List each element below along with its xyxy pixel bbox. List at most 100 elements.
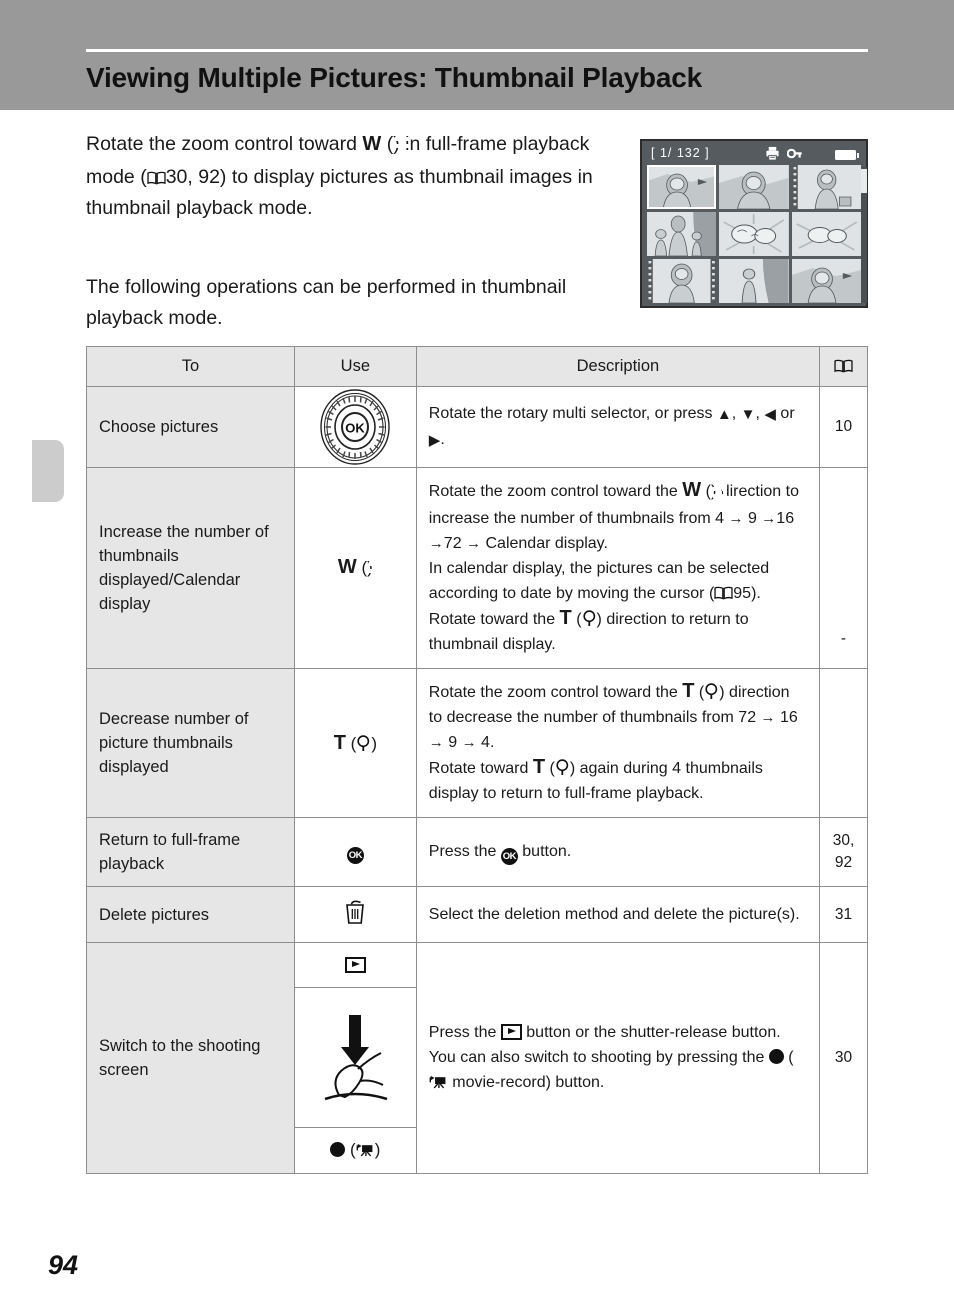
- zoom-wide-letter: W: [337, 556, 357, 578]
- right-arrow-icon: →: [466, 535, 482, 552]
- right-arrow-icon: ▶: [428, 431, 441, 449]
- zoom-wide-letter: W: [682, 479, 702, 501]
- row-control: OK: [293, 386, 417, 468]
- book-icon: [714, 586, 733, 600]
- column-header-description: Description: [415, 346, 821, 387]
- desc-seq-1: 9: [747, 510, 762, 527]
- right-arrow-icon: →: [428, 734, 444, 751]
- desc-text-e: Rotate toward the: [428, 611, 560, 628]
- desc-text-b: ,: [731, 404, 741, 422]
- right-arrow-icon: →: [761, 510, 777, 527]
- ok-button-icon: OK: [346, 847, 364, 864]
- intro-page-refs: 30, 92: [165, 166, 220, 188]
- header-rule: [86, 49, 868, 52]
- intro-paragraph-2: The following operations can be performe…: [86, 276, 567, 329]
- movie-camera-icon: [356, 1144, 373, 1157]
- control-stack-item: [294, 943, 416, 988]
- intro-paragraph-1: Rotate the zoom control toward W () in f…: [86, 133, 593, 219]
- playback-button-icon: [344, 956, 366, 973]
- down-arrow-icon: ▼: [740, 405, 756, 423]
- desc-seq-2: 9: [448, 734, 462, 751]
- lcd-thumbnail-cell: [647, 212, 717, 256]
- table-row: Decrease number of picture thumbnails di…: [86, 668, 868, 818]
- desc-seq-4: Calendar display.: [485, 535, 608, 552]
- record-button-icon: [330, 1142, 346, 1158]
- magnifier-icon: [705, 683, 718, 699]
- row-description: Select the deletion method and delete th…: [415, 886, 821, 943]
- row-reference: 30: [819, 942, 868, 1174]
- lcd-thumbnail-cell: [791, 165, 861, 209]
- right-arrow-icon: →: [728, 510, 744, 527]
- magnifier-icon: [582, 610, 595, 626]
- svg-text:OK: OK: [346, 421, 366, 436]
- table-row: Delete pictures Select the deletion meth…: [86, 886, 868, 943]
- column-header-to: To: [86, 346, 295, 387]
- finger-press-shutter-illustration: [324, 1015, 388, 1101]
- camera-lcd-illustration: [ 1/ 132 ]: [640, 139, 868, 308]
- row-description: Rotate the zoom control toward the T () …: [415, 668, 821, 818]
- right-arrow-icon: →: [461, 734, 477, 751]
- lcd-scrollbar-thumb: [861, 169, 867, 193]
- lcd-thumbnail-cell: [719, 165, 789, 209]
- magnifier-icon: [357, 734, 370, 751]
- zoom-tele-letter: T: [559, 607, 572, 629]
- lcd-frame-counter: [ 1/ 132 ]: [651, 146, 710, 160]
- table-header-row: To Use Description: [86, 346, 868, 387]
- record-button-icon: [768, 1049, 784, 1064]
- row-label: Choose pictures: [86, 386, 295, 468]
- page-number: 94: [48, 1250, 79, 1280]
- movie-camera-icon: [429, 1075, 446, 1089]
- desc-text-a: Press the: [428, 842, 501, 860]
- up-arrow-icon: ▲: [716, 405, 732, 423]
- desc-seq-3: 72: [443, 535, 467, 552]
- row-label: Return to full-frame playback: [86, 817, 295, 887]
- row-description: Press the OK button.: [415, 817, 821, 887]
- left-arrow-icon: ◀: [764, 405, 776, 423]
- desc-text-a: Press the: [428, 1024, 501, 1041]
- desc-text-e: .: [440, 430, 445, 448]
- movie-record-control-cell: (): [294, 1127, 416, 1173]
- desc-seq-2: 16: [776, 510, 795, 527]
- control-stack-item: (): [294, 1127, 416, 1173]
- ok-button-icon: OK: [500, 847, 518, 865]
- table-row: Return to full-frame playback OK Press t…: [86, 817, 868, 887]
- desc-text-c: (: [783, 1049, 794, 1066]
- page-title: Viewing Multiple Pictures: Thumbnail Pla…: [86, 62, 702, 93]
- intro-text-a: Rotate the zoom control toward: [86, 133, 363, 155]
- zoom-wide-letter: W: [362, 133, 382, 155]
- right-arrow-icon: →: [760, 709, 776, 726]
- row-reference: 10: [819, 386, 868, 468]
- row-control-stack: (): [293, 942, 417, 1174]
- zoom-tele-letter: T: [682, 680, 695, 702]
- table-row: Switch to the shooting screen () Press …: [86, 942, 868, 1174]
- control-stack: (): [294, 943, 416, 1173]
- chapter-tab-marker: [32, 440, 64, 502]
- desc-text-a: Rotate the rotary multi selector, or pre…: [428, 404, 717, 422]
- playback-control-cell: [294, 943, 416, 988]
- rotary-multi-selector-dial-icon: OK: [320, 389, 391, 465]
- desc-seq-1: 16: [779, 709, 798, 726]
- table-row: Choose pictures OK Rotate the rotary mul…: [86, 386, 868, 468]
- row-label: Delete pictures: [86, 886, 295, 943]
- row-reference: 31: [819, 886, 868, 943]
- lcd-thumbnail-cell: [791, 259, 861, 303]
- magnifier-icon: [556, 759, 569, 775]
- desc-text-a: Rotate the zoom control toward the: [428, 684, 683, 701]
- lcd-thumbnail-cell: [719, 259, 789, 303]
- book-icon: [147, 171, 166, 185]
- desc-text-d: or: [775, 404, 795, 422]
- row-control: W (): [293, 467, 417, 669]
- row-label: Increase the number of thumbnails displa…: [86, 467, 295, 669]
- operations-table: To Use Description Choose pictures OK Ro…: [86, 346, 868, 1174]
- lcd-thumbnail-cell: [791, 212, 861, 256]
- battery-icon: [835, 150, 859, 160]
- row-label: Switch to the shooting screen: [86, 942, 295, 1174]
- book-icon: [834, 359, 853, 373]
- lcd-thumbnail-grid: [647, 165, 861, 303]
- desc-text-d: ).: [751, 585, 761, 602]
- row-control: [293, 886, 417, 943]
- desc-text-d: movie-record) button.: [447, 1074, 605, 1091]
- row-description: Rotate the zoom control toward the W () …: [415, 467, 821, 669]
- print-icon: [766, 146, 779, 161]
- playback-button-icon: [500, 1024, 522, 1040]
